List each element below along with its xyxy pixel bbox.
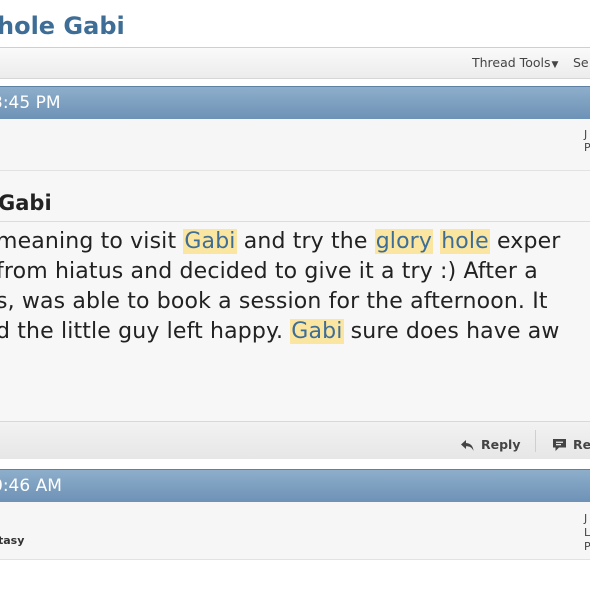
user-meta-line: J: [584, 128, 588, 141]
reply-arrow-icon: [461, 440, 474, 451]
reply-button[interactable]: Reply: [460, 437, 520, 452]
user-meta-line: P: [584, 141, 590, 154]
message-line: s, was able to book a session for the af…: [0, 289, 548, 314]
search-highlight: Gabi: [183, 229, 237, 254]
thread-title[interactable]: hole Gabi: [0, 12, 125, 40]
post-footer: Reply Rep: [0, 421, 590, 461]
reply-label: Reply: [481, 437, 521, 452]
message-line: d the little guy left happy. Gabi sure d…: [0, 319, 560, 344]
post-header: 0:46 AM: [0, 469, 590, 502]
search-highlight: hole: [440, 229, 490, 254]
post-timestamp: 3:45 PM: [0, 93, 61, 113]
post-timestamp: 0:46 AM: [0, 476, 62, 496]
quote-bubble-icon: [553, 439, 566, 451]
message-text: and try the: [236, 229, 375, 254]
message-text: sure does have aw: [343, 319, 560, 344]
post-userinfo-bar: J L P: [0, 502, 590, 560]
message-text: s, was able to book a session for the af…: [0, 289, 548, 314]
reply-with-quote-button[interactable]: Rep: [552, 437, 590, 452]
footer-divider: [535, 430, 536, 452]
user-meta-line: P: [584, 540, 590, 553]
message-line: from hiatus and decided to give it a try…: [0, 259, 538, 284]
thread-tools-menu[interactable]: Thread Tools▼: [472, 55, 558, 70]
message-text: exper: [489, 229, 561, 254]
message-text: from hiatus and decided to give it a try…: [0, 259, 538, 284]
reply-with-quote-label: Rep: [573, 437, 590, 452]
user-meta-line: L: [584, 526, 590, 539]
post-username[interactable]: tasy: [0, 534, 24, 547]
message-text: d the little guy left happy.: [0, 319, 291, 344]
thread-toolbar: Thread Tools▼ Se: [0, 47, 590, 79]
post-header: 3:45 PM: [0, 86, 590, 119]
post-userinfo-bar: J P: [0, 119, 590, 171]
dropdown-caret-icon: ▼: [551, 60, 559, 70]
search-thread-menu[interactable]: Se: [573, 55, 589, 70]
message-text: meaning to visit: [0, 229, 184, 254]
post-title-divider: [0, 221, 590, 222]
search-highlight: Gabi: [290, 319, 344, 344]
user-meta-line: J: [584, 512, 588, 525]
post-separator: [0, 459, 590, 469]
thread-tools-label: Thread Tools: [472, 55, 551, 70]
message-line: meaning to visit Gabi and try the glory …: [0, 229, 560, 254]
post-title: Gabi: [0, 191, 52, 215]
search-highlight: glory: [374, 229, 434, 254]
